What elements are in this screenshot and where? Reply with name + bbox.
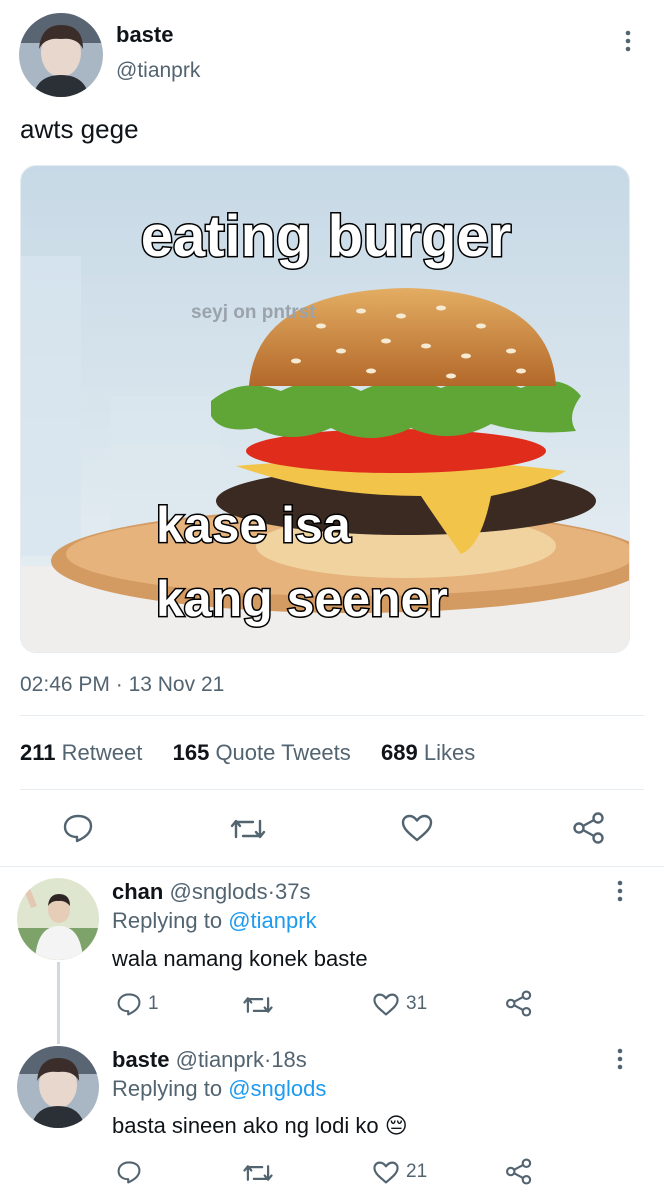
replying-to-link[interactable]: @tianprk bbox=[228, 908, 316, 933]
likes-count: 689 bbox=[381, 740, 418, 765]
like-action[interactable]: 21 bbox=[372, 1158, 427, 1186]
retweet-icon bbox=[242, 1161, 274, 1185]
reply-text-row: basta sineen ako ng lodi ko 😔 bbox=[112, 1113, 408, 1139]
divider bbox=[20, 715, 644, 716]
like-count: 31 bbox=[406, 993, 428, 1014]
author-name[interactable]: baste bbox=[116, 22, 173, 48]
reply-avatar[interactable] bbox=[17, 878, 99, 960]
share-icon[interactable] bbox=[572, 812, 606, 844]
replying-to: Replying to @tianprk bbox=[112, 908, 317, 934]
image-watermark: seyj on pntrst bbox=[191, 302, 316, 323]
retweets-label: Retweet bbox=[61, 740, 143, 765]
meme-bottom-text-line2: kang seener bbox=[156, 571, 448, 627]
reply-thread-line bbox=[57, 962, 60, 1044]
retweets-count: 211 bbox=[20, 740, 56, 765]
more-options-icon[interactable] bbox=[610, 878, 630, 904]
reply-icon[interactable] bbox=[62, 813, 94, 843]
tweet-date: 13 Nov 21 bbox=[128, 673, 225, 696]
reply-author-handle[interactable]: @tianprk bbox=[176, 1047, 264, 1072]
tweet-timestamp[interactable]: 02:46 PM · 13 Nov 21 bbox=[20, 673, 224, 697]
more-options-icon[interactable] bbox=[618, 28, 638, 54]
more-options-icon[interactable] bbox=[610, 1046, 630, 1072]
reply-count: 1 bbox=[148, 993, 159, 1014]
tweet-stats: 211 Retweet 165 Quote Tweets 689 Likes bbox=[20, 740, 475, 766]
share-icon[interactable] bbox=[505, 990, 533, 1017]
tweet-image[interactable]: eating burger seyj on pntrst kase isa ka… bbox=[20, 165, 630, 653]
retweet-icon bbox=[242, 993, 274, 1017]
tweet-text: awts gege bbox=[20, 114, 139, 144]
like-action[interactable]: 31 bbox=[372, 990, 427, 1018]
quotes-stat[interactable]: 165 Quote Tweets bbox=[173, 740, 351, 765]
reply-author-name[interactable]: chan bbox=[112, 879, 163, 904]
reply-header: baste @tianprk·18s bbox=[112, 1047, 307, 1073]
pensive-face-emoji: 😔 bbox=[384, 1113, 408, 1138]
reply-text: wala namang konek baste bbox=[112, 946, 368, 971]
divider bbox=[20, 789, 644, 790]
reply-author-name[interactable]: baste bbox=[112, 1047, 169, 1072]
reply-action[interactable]: 1 bbox=[116, 990, 159, 1018]
reply-text: basta sineen ako ng lodi ko bbox=[112, 1113, 379, 1138]
retweet-action[interactable] bbox=[242, 1159, 280, 1187]
quotes-label: Quote Tweets bbox=[215, 740, 351, 765]
like-icon[interactable] bbox=[400, 813, 434, 843]
reply-avatar[interactable] bbox=[17, 1046, 99, 1128]
reply-icon bbox=[116, 992, 142, 1016]
reply-author-handle[interactable]: @snglods bbox=[169, 879, 267, 904]
likes-label: Likes bbox=[423, 740, 476, 765]
retweet-icon[interactable] bbox=[229, 815, 267, 843]
reply-header: chan @snglods·37s bbox=[112, 879, 310, 905]
share-icon[interactable] bbox=[505, 1158, 533, 1185]
likes-stat[interactable]: 689 Likes bbox=[381, 740, 475, 765]
like-count: 21 bbox=[406, 1161, 428, 1182]
replying-to: Replying to @snglods bbox=[112, 1076, 326, 1102]
retweet-action[interactable] bbox=[242, 991, 280, 1019]
quotes-count: 165 bbox=[172, 740, 210, 765]
meme-top-text: eating burger bbox=[141, 204, 512, 269]
replying-to-prefix: Replying to bbox=[112, 908, 223, 933]
replying-to-prefix: Replying to bbox=[112, 1076, 223, 1101]
reply-action[interactable] bbox=[116, 1158, 148, 1186]
reply-icon bbox=[116, 1160, 142, 1184]
like-icon bbox=[372, 992, 400, 1017]
author-handle[interactable]: @tianprk bbox=[116, 59, 200, 83]
retweets-stat[interactable]: 211 Retweet bbox=[20, 740, 142, 765]
meme-bottom-text-line1: kase isa bbox=[156, 497, 352, 553]
replying-to-link[interactable]: @snglods bbox=[228, 1076, 326, 1101]
reply-time[interactable]: 37s bbox=[275, 879, 310, 904]
reply-time[interactable]: 18s bbox=[271, 1047, 306, 1072]
timestamp-separator: · bbox=[115, 673, 123, 696]
author-avatar[interactable] bbox=[19, 13, 103, 97]
like-icon bbox=[372, 1160, 400, 1185]
reply-separator: · bbox=[267, 879, 275, 904]
tweet-time: 02:46 PM bbox=[20, 673, 110, 696]
